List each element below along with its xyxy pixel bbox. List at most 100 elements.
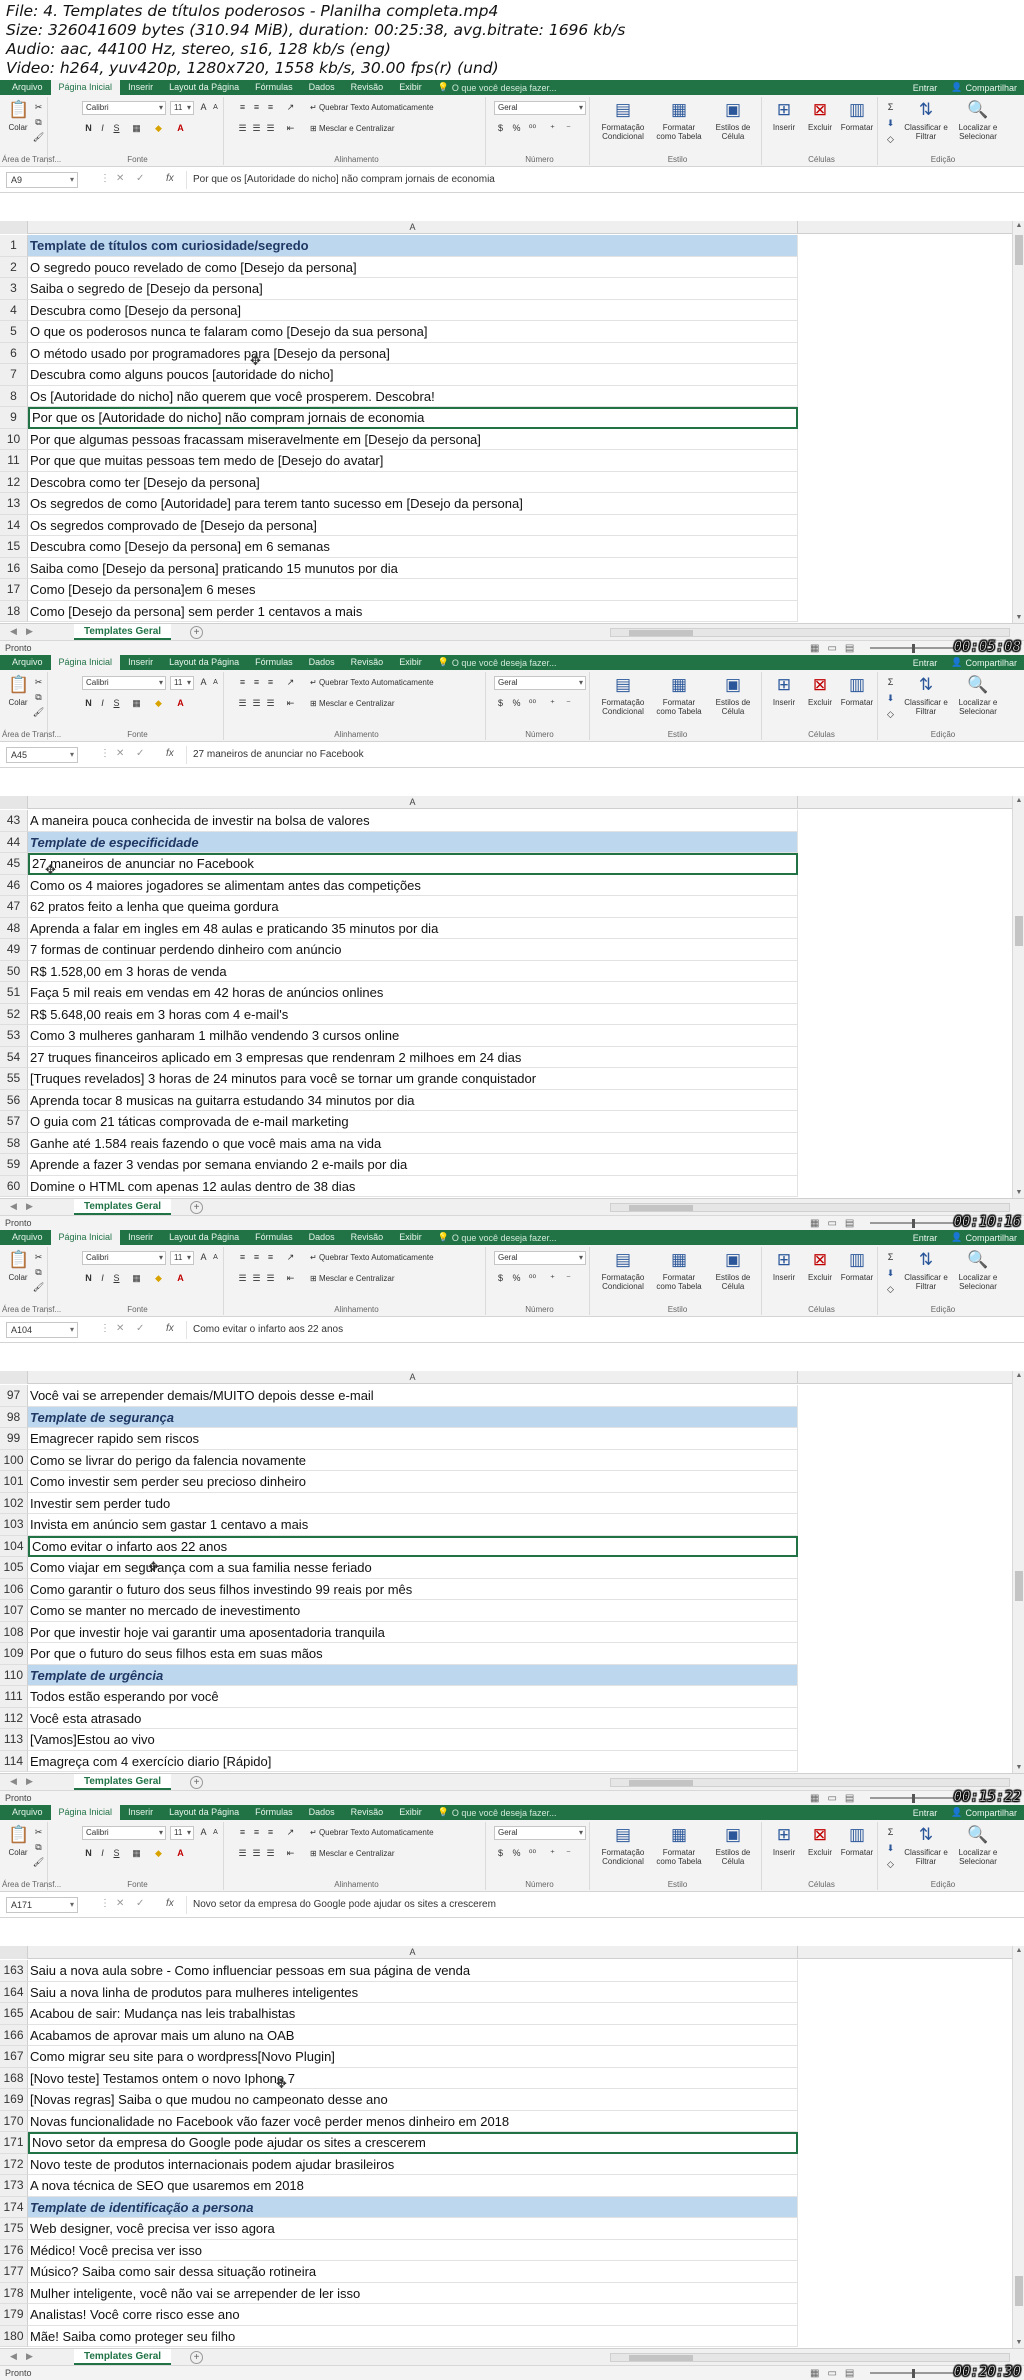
tell-me-box[interactable]: 💡 O que você deseja fazer... [430, 1232, 565, 1243]
italic-icon[interactable]: I [96, 122, 109, 135]
tab-inserir[interactable]: Inserir [120, 1230, 161, 1245]
cell[interactable]: Descubra como [Desejo da persona] [28, 299, 798, 321]
tab-formulas[interactable]: Fórmulas [247, 1805, 301, 1820]
enter-icon[interactable]: ✓ [136, 1323, 144, 1334]
align-center-icon[interactable]: ☰ [250, 1272, 263, 1285]
vertical-scroll-thumb[interactable] [1015, 2276, 1023, 2306]
cancel-icon[interactable]: ✕ [116, 173, 124, 184]
fill-icon[interactable]: ⬇ [884, 1267, 897, 1280]
indent-icon[interactable]: ⇤ [284, 122, 297, 135]
autosum-icon[interactable]: Σ [884, 1826, 897, 1839]
cell[interactable]: Os segredos de como [Autoridade] para te… [28, 493, 798, 515]
cell[interactable]: 7 formas de continuar perdendo dinheiro … [28, 939, 798, 961]
row-number[interactable]: 97 [0, 1385, 28, 1407]
row-number[interactable]: 174 [0, 2196, 28, 2218]
align-top-icon[interactable]: ≡ [236, 101, 249, 114]
tell-me-box[interactable]: 💡 O que você deseja fazer... [430, 1807, 565, 1818]
row-number[interactable]: 13 [0, 493, 28, 515]
row-number[interactable]: 104 [0, 1535, 28, 1557]
cell[interactable]: Como 3 mulheres ganharam 1 milhão venden… [28, 1025, 798, 1047]
cell[interactable]: Mulher inteligente, você não vai se arre… [28, 2282, 798, 2304]
cell-styles-button[interactable]: ▣ Estilos de Célula [708, 1824, 758, 1866]
align-middle-icon[interactable]: ≡ [250, 1251, 263, 1264]
cell[interactable]: Invista em anúncio sem gastar 1 centavo … [28, 1514, 798, 1536]
cell[interactable]: [Novas regras] Saiba o que mudou no camp… [28, 2089, 798, 2111]
tab-dados[interactable]: Dados [301, 1230, 343, 1245]
row-number[interactable]: 56 [0, 1089, 28, 1111]
comma-icon[interactable]: ⁰⁰ [526, 697, 539, 710]
row-number[interactable]: 57 [0, 1111, 28, 1133]
vertical-scrollbar[interactable]: ▲ ▼ [1012, 221, 1024, 623]
shrink-font-icon[interactable]: A [209, 101, 222, 114]
normal-view-icon[interactable]: ▦ [810, 2368, 827, 2379]
format-painter-icon[interactable]: 🖌 [32, 1856, 45, 1869]
select-all-corner[interactable] [0, 796, 28, 809]
zoom-slider[interactable] [870, 1797, 960, 1799]
select-all-corner[interactable] [0, 1946, 28, 1959]
row-number[interactable]: 166 [0, 2024, 28, 2046]
cell[interactable]: Descubra como [Desejo da persona] em 6 s… [28, 536, 798, 558]
align-center-icon[interactable]: ☰ [250, 122, 263, 135]
row-number[interactable]: 108 [0, 1621, 28, 1643]
share-button[interactable]: 👤 Compartilhar [944, 657, 1024, 668]
currency-icon[interactable]: $ [494, 1272, 507, 1285]
merge-center-button[interactable]: ⊞ Mesclar e Centralizar [310, 1849, 395, 1858]
scroll-up-icon[interactable]: ▲ [1013, 1371, 1024, 1381]
sheet-next-icon[interactable]: ▶ [26, 626, 33, 637]
row-number[interactable]: 54 [0, 1046, 28, 1068]
tab-revisao[interactable]: Revisão [343, 1230, 392, 1245]
zoom-slider[interactable] [870, 2372, 960, 2374]
scroll-down-icon[interactable]: ▼ [1013, 1188, 1024, 1198]
percent-icon[interactable]: % [510, 697, 523, 710]
underline-icon[interactable]: S [110, 1847, 123, 1860]
row-number[interactable]: 173 [0, 2175, 28, 2197]
copy-icon[interactable]: ⧉ [32, 1841, 45, 1854]
page-layout-icon[interactable]: ▭ [827, 643, 844, 654]
find-select-button[interactable]: 🔍 Localizar e Selecionar [952, 1824, 1004, 1866]
currency-icon[interactable]: $ [494, 122, 507, 135]
sort-filter-button[interactable]: ⇅ Classificar e Filtrar [900, 1249, 952, 1291]
comma-icon[interactable]: ⁰⁰ [526, 122, 539, 135]
insert-function-icon[interactable]: fx [166, 1898, 174, 1909]
row-number[interactable]: 165 [0, 2003, 28, 2025]
page-layout-icon[interactable]: ▭ [827, 1793, 844, 1804]
cell[interactable]: Descobra como ter [Desejo da persona] [28, 471, 798, 493]
cell[interactable]: Todos estão esperando por você [28, 1686, 798, 1708]
insert-cells-button[interactable]: ⊞ Inserir [766, 1824, 802, 1857]
row-number[interactable]: 1 [0, 235, 28, 257]
name-box[interactable]: A171 [6, 1897, 78, 1913]
borders-icon[interactable]: ▦ [130, 1272, 143, 1285]
cell[interactable]: Emagreça com 4 exercício diario [Rápido] [28, 1750, 798, 1772]
copy-icon[interactable]: ⧉ [32, 691, 45, 704]
tab-inserir[interactable]: Inserir [120, 655, 161, 670]
font-color-icon[interactable]: A [174, 1847, 187, 1860]
wrap-text-button[interactable]: ↵ Quebrar Texto Automaticamente [310, 1828, 434, 1837]
cell[interactable]: Como migrar seu site para o wordpress[No… [28, 2046, 798, 2068]
format-table-button[interactable]: ▦ Formatar como Tabela [652, 1249, 706, 1291]
tab-formulas[interactable]: Fórmulas [247, 80, 301, 95]
align-bottom-icon[interactable]: ≡ [264, 101, 277, 114]
tab-revisao[interactable]: Revisão [343, 1805, 392, 1820]
find-select-button[interactable]: 🔍 Localizar e Selecionar [952, 99, 1004, 141]
sheet-prev-icon[interactable]: ◀ [10, 1776, 17, 1787]
cell[interactable]: Como [Desejo da persona]em 6 meses [28, 579, 798, 601]
sort-filter-button[interactable]: ⇅ Classificar e Filtrar [900, 674, 952, 716]
vertical-scrollbar[interactable]: ▲ ▼ [1012, 1946, 1024, 2348]
sheet-tab[interactable]: Templates Geral [74, 2349, 172, 2365]
page-break-icon[interactable]: ▤ [845, 1793, 862, 1804]
fill-icon[interactable]: ⬇ [884, 692, 897, 705]
align-left-icon[interactable]: ☰ [236, 1272, 249, 1285]
page-break-icon[interactable]: ▤ [845, 643, 862, 654]
increase-decimal-icon[interactable]: ⁺ [546, 122, 559, 135]
paste-button[interactable]: 📋 Colar [6, 674, 30, 707]
orientation-icon[interactable]: ↗ [284, 676, 297, 689]
cut-icon[interactable]: ✂ [32, 101, 45, 114]
currency-icon[interactable]: $ [494, 697, 507, 710]
percent-icon[interactable]: % [510, 1272, 523, 1285]
sheet-tab[interactable]: Templates Geral [74, 1199, 172, 1215]
insert-function-icon[interactable]: fx [166, 748, 174, 759]
cell[interactable]: Por que algumas pessoas fracassam misera… [28, 428, 798, 450]
autosum-icon[interactable]: Σ [884, 1251, 897, 1264]
enter-icon[interactable]: ✓ [136, 1898, 144, 1909]
sheet-next-icon[interactable]: ▶ [26, 1776, 33, 1787]
